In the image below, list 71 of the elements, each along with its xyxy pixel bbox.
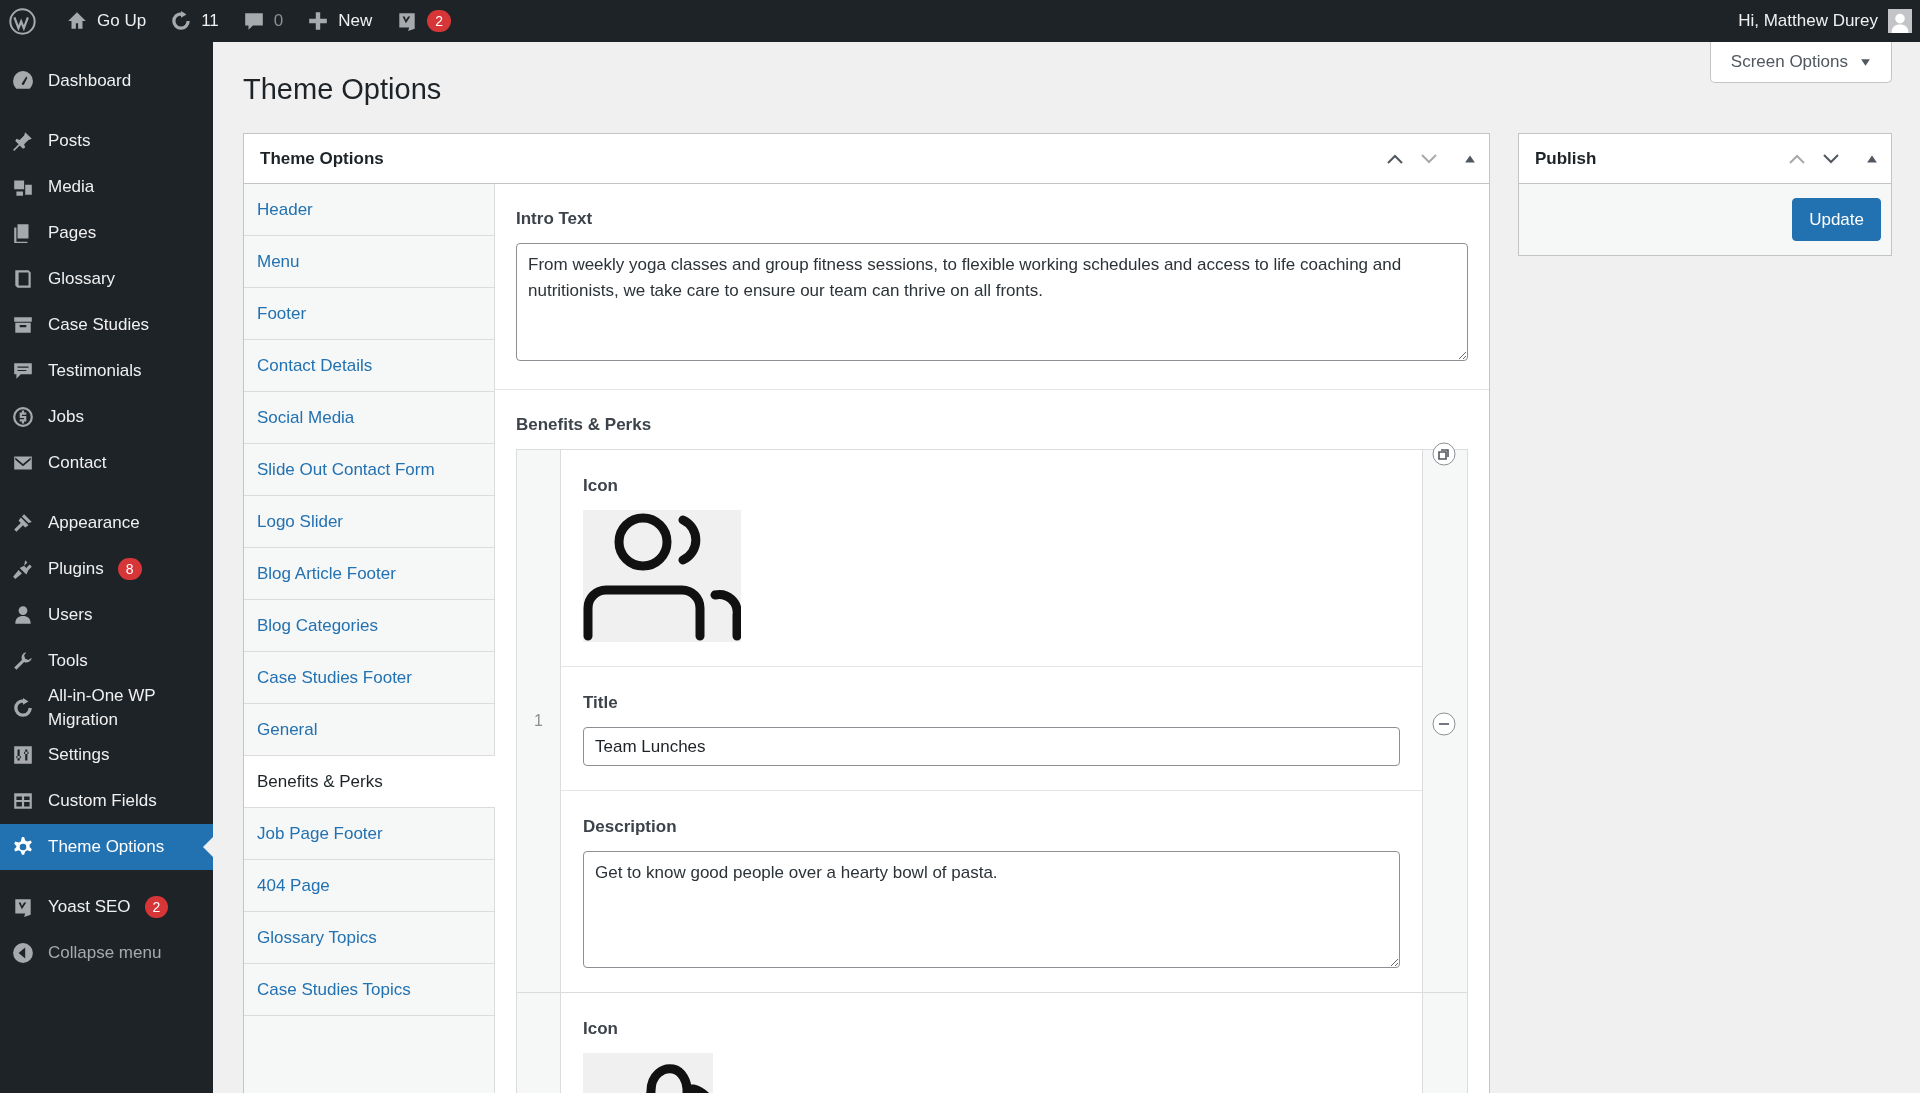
admin-menu-item[interactable]: Jobs bbox=[0, 394, 213, 440]
field-label: Benefits & Perks bbox=[516, 415, 653, 435]
admin-menu-item[interactable]: Tools bbox=[0, 638, 213, 684]
admin-menu-item[interactable]: Theme Options bbox=[0, 824, 213, 870]
admin-menu-item[interactable]: Dashboard bbox=[0, 58, 213, 104]
book-icon bbox=[12, 268, 34, 290]
toolbar-link[interactable]: New bbox=[307, 10, 373, 32]
screen-options-tab[interactable]: Screen Options bbox=[1709, 42, 1892, 83]
toolbar-link[interactable]: 11 bbox=[170, 10, 219, 32]
intro-text-area[interactable]: From weekly yoga classes and group fitness sessions, to flexible working schedules and access to life coaching and nutritionists, we take care to ensure our team can thrive on all fronts. bbox=[516, 243, 1468, 361]
admin-menu-item[interactable]: All-in-One WP Migration bbox=[0, 684, 213, 732]
dashboard-icon bbox=[12, 70, 34, 92]
pointer-icon bbox=[203, 837, 213, 857]
admin-menu-item[interactable]: Pages bbox=[0, 210, 213, 256]
dollar-icon bbox=[12, 406, 34, 428]
field-label: Icon bbox=[583, 476, 619, 496]
gear-icon bbox=[12, 836, 34, 858]
update-button[interactable]: Update bbox=[1792, 198, 1881, 241]
row-handle[interactable] bbox=[517, 993, 561, 1093]
user-greeting[interactable]: Hi, Matthew Durey bbox=[1738, 11, 1878, 31]
title-input[interactable]: Team Lunches bbox=[583, 727, 1400, 766]
refresh-icon bbox=[170, 10, 193, 32]
description-text-area[interactable]: Get to know good people over a hearty bowl of pasta. bbox=[583, 851, 1400, 968]
panel-title: Publish bbox=[1535, 148, 1597, 169]
admin-menu-item[interactable]: Posts bbox=[0, 118, 213, 164]
comment-icon bbox=[12, 360, 34, 382]
admin-menu-item[interactable]: Yoast SEO 2 bbox=[0, 884, 213, 930]
wrench-icon bbox=[12, 650, 34, 672]
row-number: 1 bbox=[534, 712, 543, 730]
page-title: Theme Options bbox=[243, 73, 442, 106]
toolbar-link[interactable]: Go Up bbox=[66, 10, 147, 32]
refresh-icon bbox=[12, 697, 34, 719]
home-icon bbox=[66, 10, 88, 32]
sliders-icon bbox=[12, 744, 34, 766]
admin-menu-item[interactable]: Media bbox=[0, 164, 213, 210]
admin-menu-item[interactable]: Case Studies bbox=[0, 302, 213, 348]
panel-title: Theme Options bbox=[260, 148, 384, 169]
admin-menu-item[interactable]: Glossary bbox=[0, 256, 213, 302]
count-badge: 8 bbox=[117, 558, 142, 580]
field-label: Intro Text bbox=[516, 209, 594, 229]
toolbar-link[interactable]: 0 bbox=[242, 10, 284, 32]
left-arrow-circle-icon bbox=[12, 942, 34, 964]
notification-badge: 2 bbox=[427, 10, 452, 32]
admin-menu-item[interactable]: Custom Fields bbox=[0, 778, 213, 824]
logo-icon[interactable] bbox=[9, 7, 36, 35]
archive-icon bbox=[12, 314, 34, 336]
admin-menu-item[interactable]: Testimonials bbox=[0, 348, 213, 394]
options-tab[interactable]: Benefits & Perks bbox=[244, 756, 495, 808]
field-label: Title bbox=[583, 693, 619, 713]
field-label: Description bbox=[583, 817, 678, 837]
plug-icon bbox=[12, 558, 34, 580]
admin-menu-item[interactable]: Users bbox=[0, 592, 213, 638]
table-icon bbox=[12, 790, 34, 812]
logo-icon bbox=[12, 896, 34, 918]
plus-icon bbox=[307, 10, 330, 32]
admin-menu-item[interactable]: Plugins 8 bbox=[0, 546, 213, 592]
remove-icon[interactable] bbox=[1432, 712, 1456, 736]
admin-menu-item[interactable]: Contact bbox=[0, 440, 213, 486]
collapse-menu-button[interactable]: Collapse menu bbox=[0, 930, 213, 976]
field-label: Icon bbox=[583, 1019, 619, 1039]
admin-menu-item[interactable]: Appearance bbox=[0, 500, 213, 546]
comment-icon bbox=[242, 10, 265, 32]
admin-menu-item[interactable]: Settings bbox=[0, 732, 213, 778]
brush-icon bbox=[12, 512, 34, 534]
pin-icon bbox=[12, 130, 34, 152]
duplicate-icon[interactable] bbox=[1432, 442, 1456, 466]
user-icon bbox=[12, 604, 34, 626]
toolbar-link[interactable]: 2 bbox=[396, 10, 452, 32]
count-badge: 2 bbox=[144, 896, 169, 918]
caret-icon bbox=[1860, 56, 1871, 68]
people-icon[interactable] bbox=[583, 510, 741, 642]
